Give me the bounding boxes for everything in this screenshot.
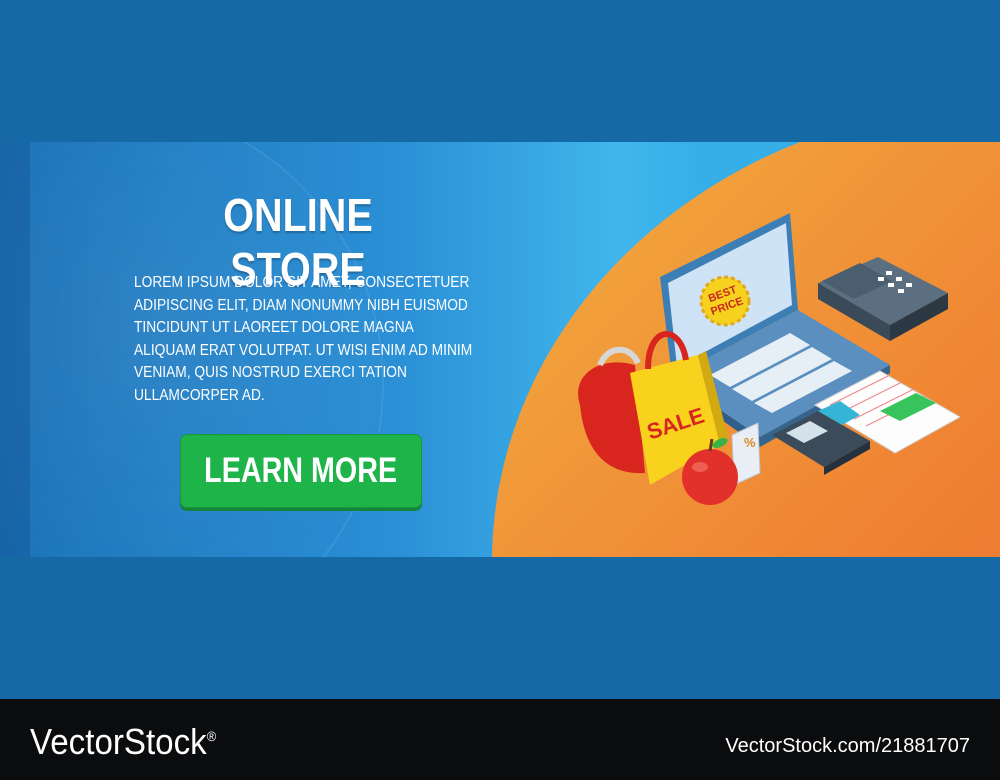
watermark-logo: VectorStock®	[30, 721, 216, 763]
banner-edge	[0, 142, 30, 557]
banner-description: LOREM IPSUM DOLOR SIT AMET, CONSECTETUER…	[134, 274, 473, 404]
learn-more-button[interactable]: LEARN MORE	[180, 434, 422, 508]
best-price-badge: BEST PRICE	[699, 275, 751, 327]
top-border	[0, 0, 1000, 142]
purse-icon	[578, 346, 645, 474]
registered-mark: ®	[206, 728, 217, 744]
telephone-icon	[818, 257, 948, 341]
watermark-image-id: VectorStock.com/21881707	[725, 735, 970, 757]
learn-more-label: LEARN MORE	[204, 451, 398, 490]
bottom-border	[0, 557, 1000, 699]
watermark-logo-text: VectorStock	[30, 721, 207, 762]
svg-text:%: %	[744, 435, 756, 450]
shopping-illustration: BEST PRICE % SALE	[578, 213, 960, 505]
